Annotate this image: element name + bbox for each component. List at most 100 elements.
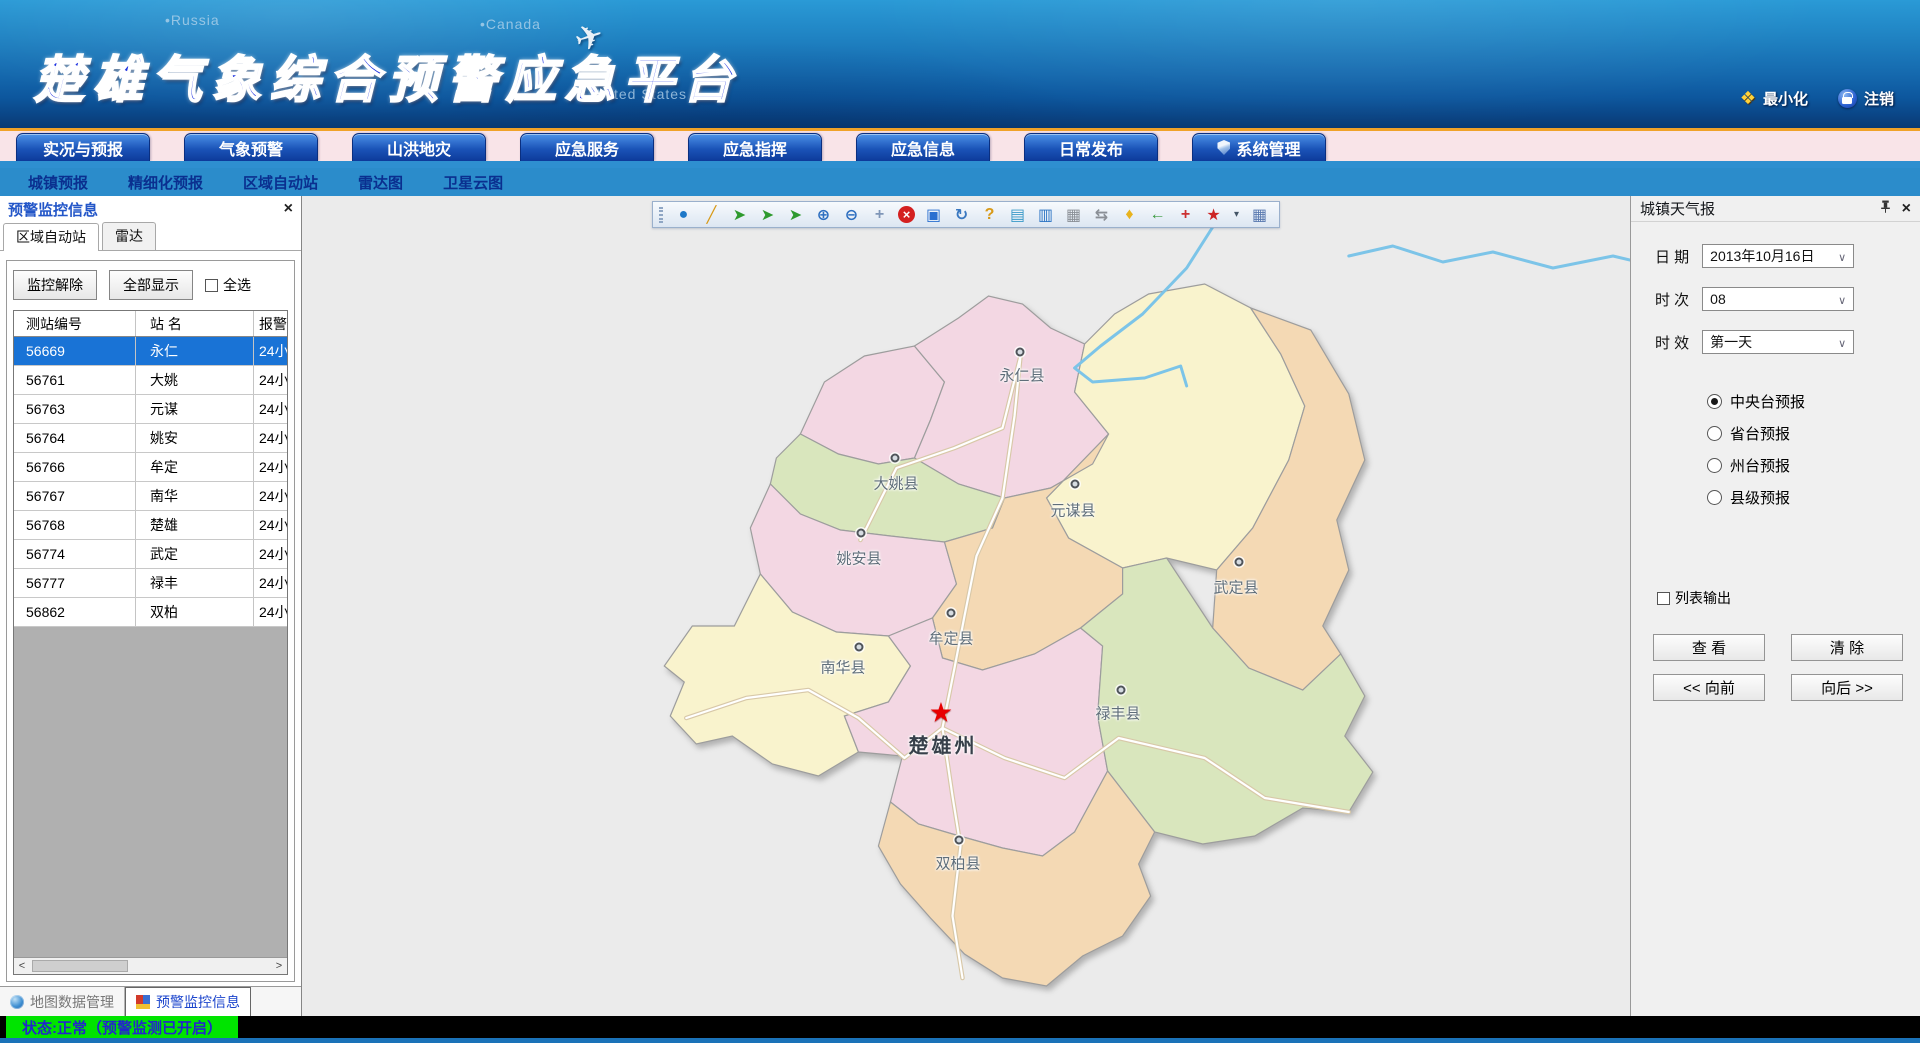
station-name-cell: 永仁 [136,337,254,365]
select-poly-icon[interactable]: ➤ [786,205,805,224]
radio-option[interactable]: 中央台预报 [1707,391,1906,412]
minimize-button[interactable]: 最小化 [1740,88,1808,109]
nav-tab[interactable]: 日常发布 [1024,133,1158,161]
station-marker[interactable] [1016,348,1025,357]
nav-tab[interactable]: 山洪地灾 [352,133,486,161]
楚雄[interactable]: 56768 楚雄 24小时 [14,511,287,540]
pan-icon[interactable]: + [870,205,889,224]
subnav-item[interactable]: 城镇预报 [28,172,88,193]
station-name-cell: 元谋 [136,395,254,423]
武定[interactable]: 56774 武定 24小时 [14,540,287,569]
radio-option[interactable]: 省台预报 [1707,423,1906,444]
station-marker[interactable] [857,529,866,538]
radio-option[interactable]: 州台预报 [1707,455,1906,476]
scrollbar-track[interactable] [30,958,271,974]
refresh-icon[interactable]: ↻ [952,205,971,224]
station-marker[interactable] [1071,480,1080,489]
永仁[interactable]: 56669 永仁 24小时 [14,337,287,366]
county-label: 双柏县 [935,853,980,874]
add-layer-icon[interactable]: + [1176,205,1195,224]
大姚[interactable]: 56761 大姚 24小时 [14,366,287,395]
dropdown-select[interactable]: 2013年10月16日 [1702,244,1854,268]
dropdown-select[interactable]: 08 [1702,287,1854,311]
horizontal-scrollbar[interactable]: < > [14,957,287,974]
flash-locate-icon[interactable]: ★ [1204,205,1223,224]
radio-icon [1707,458,1722,473]
nav-tab[interactable]: 系统管理 [1192,133,1326,161]
measure-icon[interactable]: ╱ [702,205,721,224]
left-panel-titlebar: 预警监控信息 [0,196,301,222]
alarm-cell: 24小时 [254,453,287,481]
scrollbar-thumb[interactable] [32,960,128,972]
station-marker[interactable] [1117,686,1126,695]
zoom-in-icon[interactable]: ⊕ [814,205,833,224]
close-icon[interactable] [1902,201,1911,217]
close-icon[interactable] [284,201,293,217]
list-output-label: 列表输出 [1675,588,1731,608]
radio-option[interactable]: 县级预报 [1707,487,1906,508]
radio-icon [1707,426,1722,441]
nav-tab[interactable]: 应急信息 [856,133,990,161]
subnav-item[interactable]: 精细化预报 [128,172,203,193]
stop-icon[interactable]: × [898,206,915,223]
back-icon[interactable]: ← [1148,205,1167,224]
nav-tab[interactable]: 应急指挥 [688,133,822,161]
form-field: 时 次 08 [1655,287,1906,311]
station-marker[interactable] [855,643,864,652]
zoom-out-icon[interactable]: ⊖ [842,205,861,224]
print-icon[interactable]: ▦ [1064,205,1083,224]
list-output-checkbox[interactable]: 列表输出 [1657,588,1906,608]
scroll-right-icon[interactable]: > [271,960,287,972]
station-marker[interactable] [947,609,956,618]
logout-button[interactable]: 注销 [1838,88,1894,109]
select-all-checkbox[interactable]: 全选 [205,275,251,295]
nav-tab[interactable]: 应急服务 [520,133,654,161]
subnav-item[interactable]: 雷达图 [358,172,403,193]
page-setup-icon[interactable]: ⇆ [1092,205,1111,224]
station-name-cell: 武定 [136,540,254,568]
nav-tab[interactable]: 实况与预报 [16,133,150,161]
map-view-icon[interactable]: ▥ [1036,205,1055,224]
left-panel-tab[interactable]: 区域自动站 [3,223,99,251]
牟定[interactable]: 56766 牟定 24小时 [14,453,287,482]
identify-icon[interactable]: ? [980,205,999,224]
禄丰[interactable]: 56777 禄丰 24小时 [14,569,287,598]
姚安[interactable]: 56764 姚安 24小时 [14,424,287,453]
select-arrow-icon[interactable]: ➤ [758,205,777,224]
previous-button[interactable]: << 向前 [1653,674,1765,701]
image-export-icon[interactable]: ▤ [1008,205,1027,224]
next-button[interactable]: 向后 >> [1791,674,1903,701]
scroll-left-icon[interactable]: < [14,960,30,972]
legend-icon[interactable]: ▦ [1250,205,1269,224]
map-place-label: •Canada [480,16,541,32]
station-marker[interactable] [891,454,900,463]
station-name-cell: 牟定 [136,453,254,481]
pin-icon[interactable] [1880,200,1891,218]
元谋[interactable]: 56763 元谋 24小时 [14,395,287,424]
toolbar-grip[interactable] [659,207,663,223]
station-marker[interactable] [955,836,964,845]
subnav-item[interactable]: 区域自动站 [243,172,318,193]
globe-icon[interactable]: ● [674,205,693,224]
show-all-button[interactable]: 全部显示 [109,270,193,300]
clear-button[interactable]: 清 除 [1791,634,1903,661]
nav-tab[interactable]: 气象预警 [184,133,318,161]
dock-tab[interactable]: 地图数据管理 [0,987,125,1016]
南华[interactable]: 56767 南华 24小时 [14,482,287,511]
unmonitor-button[interactable]: 监控解除 [13,270,97,300]
station-id-cell: 56767 [14,482,136,510]
view-button[interactable]: 查 看 [1653,634,1765,661]
main-nav: 实况与预报 气象预警 山洪地灾 应急服务 应急指挥 应急信息 日常发布 [0,131,1920,161]
dock-tab[interactable]: 预警监控信息 [125,987,251,1016]
双柏[interactable]: 56862 双柏 24小时 [14,598,287,627]
subnav-item[interactable]: 卫星云图 [443,172,503,193]
county-label: 武定县 [1213,577,1258,598]
full-extent-icon[interactable]: ▣ [924,205,943,224]
select-area-icon[interactable]: ➤ [730,205,749,224]
station-marker[interactable] [1235,558,1244,567]
left-panel-tab[interactable]: 雷达 [102,222,156,250]
map-canvas[interactable]: 永仁县大姚县元谋县姚安县武定县牟定县南华县禄丰县楚雄州双柏县 ★ ●╱➤➤➤⊕⊖… [302,196,1630,1016]
dropdown-caret-icon[interactable]: ▾ [1232,205,1241,224]
marker-icon[interactable]: ♦ [1120,205,1139,224]
dropdown-select[interactable]: 第一天 [1702,330,1854,354]
